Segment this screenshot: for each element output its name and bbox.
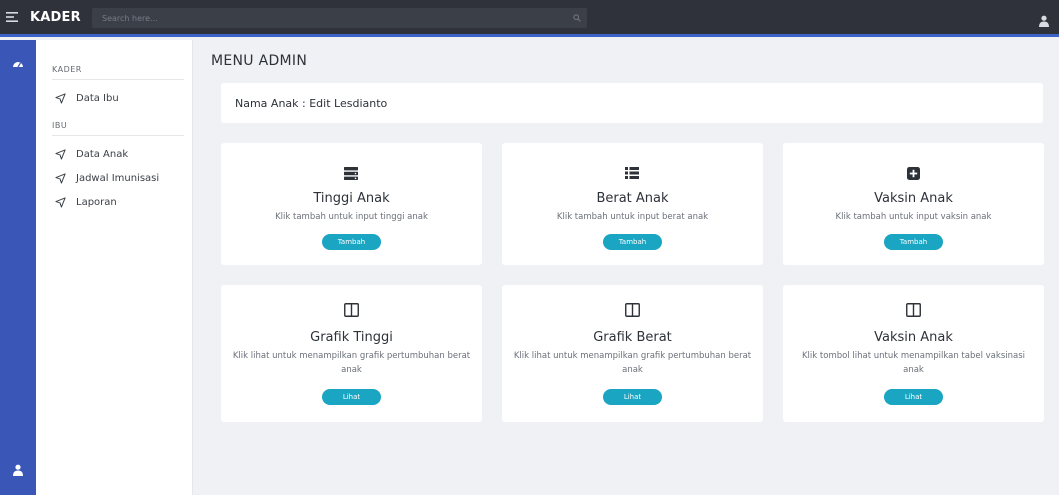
card-vaksin-anak: Vaksin Anak Klik tambah untuk input vaks… [783, 143, 1044, 265]
card-title: Vaksin Anak [874, 330, 953, 345]
sidebar-item-label: Data Ibu [76, 92, 119, 104]
lihat-button[interactable]: Lihat [322, 389, 381, 405]
user-icon[interactable] [9, 461, 27, 479]
page-title: MENU ADMIN [211, 53, 308, 69]
sidebar-item-jadwal-imunisasi[interactable]: Jadwal Imunisasi [52, 169, 184, 187]
menu-toggle-icon[interactable] [0, 0, 24, 36]
child-name-text: Nama Anak : Edit Lesdianto [235, 96, 388, 110]
sidebar-item-data-anak[interactable]: Data Anak [52, 145, 184, 163]
card-grafik-tinggi: Grafik Tinggi Klik lihat untuk menampilk… [221, 285, 482, 422]
child-name-card: Nama Anak : Edit Lesdianto [221, 83, 1043, 123]
card-title: Vaksin Anak [874, 191, 953, 206]
server-icon [343, 165, 359, 181]
card-description: Klik tambah untuk input berat anak [556, 212, 709, 222]
main-content: MENU ADMIN Nama Anak : Edit Lesdianto Ti… [194, 40, 1059, 495]
sidebar-item-data-ibu[interactable]: Data Ibu [52, 89, 184, 107]
brand-title[interactable]: KADER [30, 10, 81, 25]
card-description: Klik lihat untuk menampilkan grafik pert… [513, 351, 752, 375]
tambah-button[interactable]: Tambah [322, 234, 381, 250]
columns-icon [905, 302, 921, 318]
sidebar-section-kader: KADER [52, 65, 184, 80]
card-title: Grafik Berat [593, 330, 672, 345]
lihat-button[interactable]: Lihat [884, 389, 943, 405]
columns-icon [624, 302, 640, 318]
send-icon [54, 92, 66, 104]
card-grafik-berat: Grafik Berat Klik lihat untuk menampilka… [502, 285, 763, 422]
card-tinggi-anak: Tinggi Anak Klik tambah untuk input ting… [221, 143, 482, 265]
lihat-button[interactable]: Lihat [603, 389, 662, 405]
columns-icon [343, 302, 359, 318]
plus-square-icon [905, 165, 921, 181]
sidebar-item-label: Jadwal Imunisasi [76, 172, 160, 184]
card-vaksin-anak-tabel: Vaksin Anak Klik tombol lihat untuk mena… [783, 285, 1044, 422]
search-bar [92, 8, 587, 28]
sidebar-item-label: Laporan [76, 196, 117, 208]
send-icon [54, 148, 66, 160]
card-description: Klik tombol lihat untuk menampilkan tabe… [801, 351, 1025, 375]
card-title: Berat Anak [596, 191, 669, 206]
send-icon [54, 196, 66, 208]
send-icon [54, 172, 66, 184]
search-input[interactable] [92, 13, 567, 23]
tambah-button[interactable]: Tambah [603, 234, 662, 250]
search-icon[interactable] [567, 8, 587, 28]
card-title: Tinggi Anak [313, 191, 390, 206]
card-description: Klik lihat untuk menampilkan grafik pert… [232, 351, 471, 375]
sidebar-item-laporan[interactable]: Laporan [52, 193, 184, 211]
tambah-button[interactable]: Tambah [884, 234, 943, 250]
top-navbar: KADER [0, 0, 1059, 37]
card-berat-anak: Berat Anak Klik tambah untuk input berat… [502, 143, 763, 265]
card-title: Grafik Tinggi [310, 330, 393, 345]
user-profile-icon[interactable] [1039, 12, 1051, 27]
sidebar-section-ibu: IBU [52, 121, 184, 136]
card-description: Klik tambah untuk input vaksin anak [835, 212, 992, 222]
dashboard-icon[interactable] [9, 54, 27, 72]
icon-rail [0, 40, 36, 495]
card-description: Klik tambah untuk input tinggi anak [275, 212, 428, 222]
sidebar-item-label: Data Anak [76, 148, 129, 160]
sidebar: KADER Data Ibu IBU Data Anak Jadwal Imun… [36, 40, 193, 495]
list-icon [624, 165, 640, 181]
